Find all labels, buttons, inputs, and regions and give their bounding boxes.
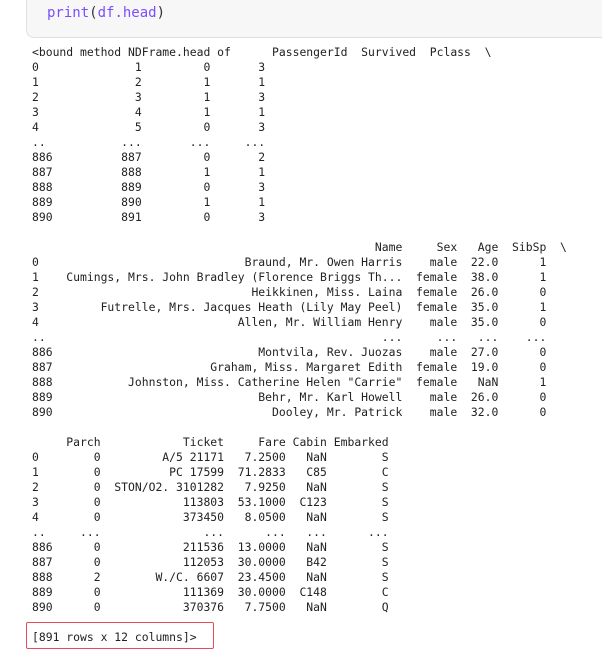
open-paren: ( bbox=[89, 5, 98, 21]
output-block-ticket-columns: Parch Ticket Fare Cabin Embarked 0 0 A/5… bbox=[32, 435, 389, 614]
output-block-name-columns: Name Sex Age SibSp \ 0 Braund, Mr. Owen … bbox=[32, 240, 567, 419]
code-line[interactable]: print(df.head) bbox=[47, 4, 165, 22]
code-cell[interactable]: print(df.head) bbox=[26, 0, 602, 38]
row-column-summary: [891 rows x 12 columns]> bbox=[32, 630, 197, 644]
print-argument: df.head bbox=[97, 5, 157, 21]
output-block-passenger-columns: <bound method NDFrame.head of PassengerI… bbox=[32, 45, 492, 224]
close-paren: ) bbox=[156, 5, 166, 21]
cell-output: <bound method NDFrame.head of PassengerI… bbox=[32, 45, 567, 615]
print-function: print bbox=[47, 5, 90, 21]
